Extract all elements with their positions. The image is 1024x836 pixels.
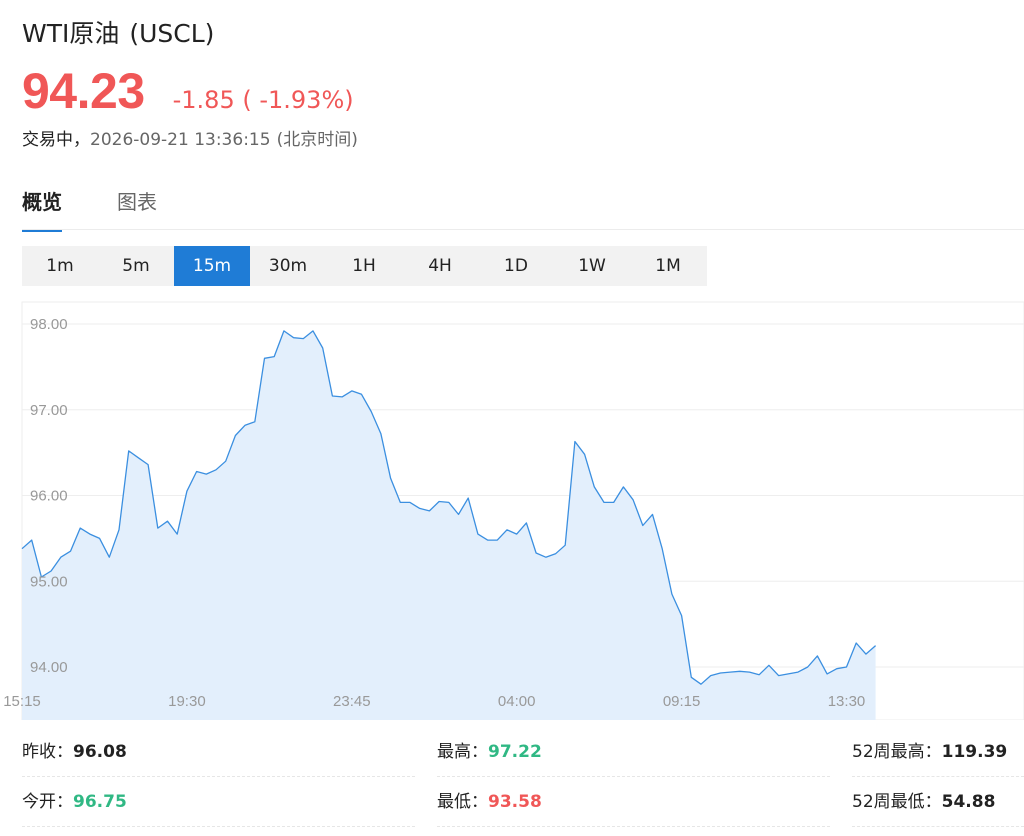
tab-chart[interactable]: 图表: [117, 186, 157, 232]
instrument-title: WTI原油 (USCL): [22, 14, 214, 50]
last-price: 94.23: [22, 63, 145, 119]
stat-divider: [852, 826, 1024, 827]
price-row: 94.23 -1.85 ( -1.93%): [22, 62, 354, 120]
stat-value: 96.08: [73, 742, 127, 762]
x-tick-label: 13:30: [828, 693, 866, 710]
x-tick-label: 23:45: [333, 693, 371, 710]
interval-4h[interactable]: 4H: [402, 246, 478, 286]
stat-value: 54.88: [941, 792, 996, 812]
y-tick-label: 95.00: [30, 573, 68, 590]
x-tick-label: 15:15: [3, 693, 41, 710]
quote-timestamp: 2026-09-21 13:36:15: [90, 130, 271, 150]
instrument-name: WTI原油: [22, 19, 120, 48]
stat-52w-high: 52周最高：119.39: [852, 730, 1007, 774]
stat-label: 今开：: [22, 792, 73, 812]
interval-1h[interactable]: 1H: [326, 246, 402, 286]
y-tick-label: 97.00: [30, 402, 68, 419]
stat-value: 97.22: [488, 742, 542, 762]
stat-value: 119.39: [941, 742, 1008, 762]
stat-value: 96.75: [73, 792, 127, 812]
price-area-chart[interactable]: 98.00 97.00 96.00 95.00 94.00 15:15 19:30 23:45…: [0, 300, 1024, 720]
interval-30m[interactable]: 30m: [250, 246, 326, 286]
stat-divider: [22, 826, 415, 827]
stat-divider: [437, 826, 830, 827]
interval-1mo[interactable]: 1M: [630, 246, 706, 286]
stat-label: 最高：: [437, 742, 488, 762]
x-tick-label: 19:30: [168, 693, 206, 710]
tabs-divider: [22, 229, 1024, 230]
stat-divider: [437, 776, 830, 777]
stat-high: 最高：97.22: [437, 730, 542, 774]
y-tick-label: 96.00: [30, 488, 68, 505]
trading-status: 交易中，: [22, 130, 90, 150]
x-tick-label: 04:00: [498, 693, 536, 710]
interval-1m[interactable]: 1m: [22, 246, 98, 286]
stat-value: 93.58: [488, 792, 542, 812]
y-tick-label: 98.00: [30, 316, 68, 333]
interval-1d[interactable]: 1D: [478, 246, 554, 286]
quote-timezone: (北京时间): [276, 130, 358, 150]
stat-divider: [852, 776, 1024, 777]
y-tick-label: 94.00: [30, 659, 68, 676]
stat-prev-close: 昨收：96.08: [22, 730, 127, 774]
stat-52w-low: 52周最低：54.88: [852, 780, 995, 824]
stat-label: 最低：: [437, 792, 488, 812]
instrument-symbol: (USCL): [129, 19, 215, 48]
interval-1w[interactable]: 1W: [554, 246, 630, 286]
interval-selector: 1m 5m 15m 30m 1H 4H 1D 1W 1M: [22, 246, 707, 286]
price-change: -1.85 ( -1.93%): [172, 86, 354, 114]
interval-15m[interactable]: 15m: [174, 246, 250, 286]
x-tick-label: 09:15: [663, 693, 701, 710]
tab-overview[interactable]: 概览: [22, 186, 62, 232]
interval-5m[interactable]: 5m: [98, 246, 174, 286]
stat-label: 昨收：: [22, 742, 73, 762]
stat-low: 最低：93.58: [437, 780, 542, 824]
stat-label: 52周最高：: [852, 742, 942, 762]
tab-bar: 概览 图表: [22, 186, 212, 232]
stat-divider: [22, 776, 415, 777]
trading-status-row: 交易中，2026-09-21 13:36:15 (北京时间): [22, 125, 358, 150]
stat-label: 52周最低：: [852, 792, 942, 812]
series-area: [22, 330, 876, 720]
stat-open: 今开：96.75: [22, 780, 127, 824]
